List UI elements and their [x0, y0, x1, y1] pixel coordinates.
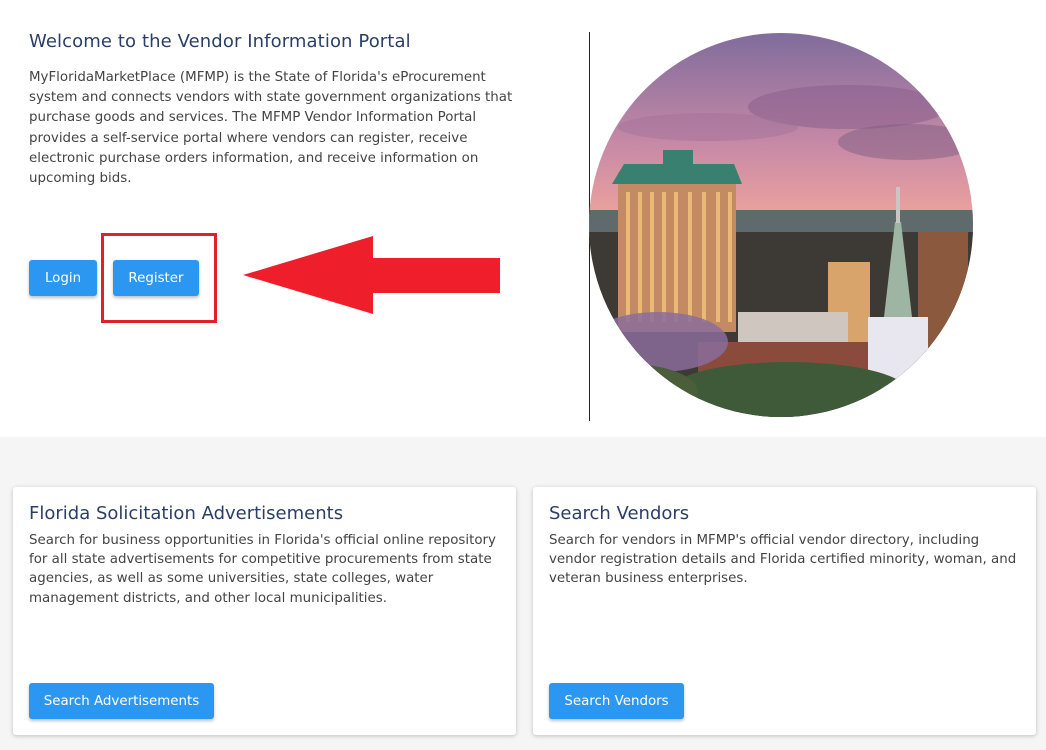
register-highlight-box: [101, 233, 217, 323]
pointer-arrow-icon: [243, 236, 500, 314]
search-advertisements-button[interactable]: Search Advertisements: [29, 683, 214, 719]
solicitation-advertisements-card: Florida Solicitation Advertisements Sear…: [13, 487, 516, 735]
card-description: Search for vendors in MFMP's official ve…: [549, 533, 1017, 587]
login-button[interactable]: Login: [29, 260, 97, 296]
search-vendors-card: Search Vendors Search for vendors in MFM…: [533, 487, 1036, 735]
page-title: Welcome to the Vendor Information Portal: [29, 31, 411, 52]
card-description: Search for business opportunities in Flo…: [29, 533, 496, 606]
search-vendors-button[interactable]: Search Vendors: [549, 683, 684, 719]
city-skyline-photo: [589, 33, 973, 417]
card-title: Florida Solicitation Advertisements: [29, 503, 344, 524]
card-title: Search Vendors: [549, 503, 690, 524]
welcome-description: MyFloridaMarketPlace (MFMP) is the State…: [29, 70, 513, 187]
